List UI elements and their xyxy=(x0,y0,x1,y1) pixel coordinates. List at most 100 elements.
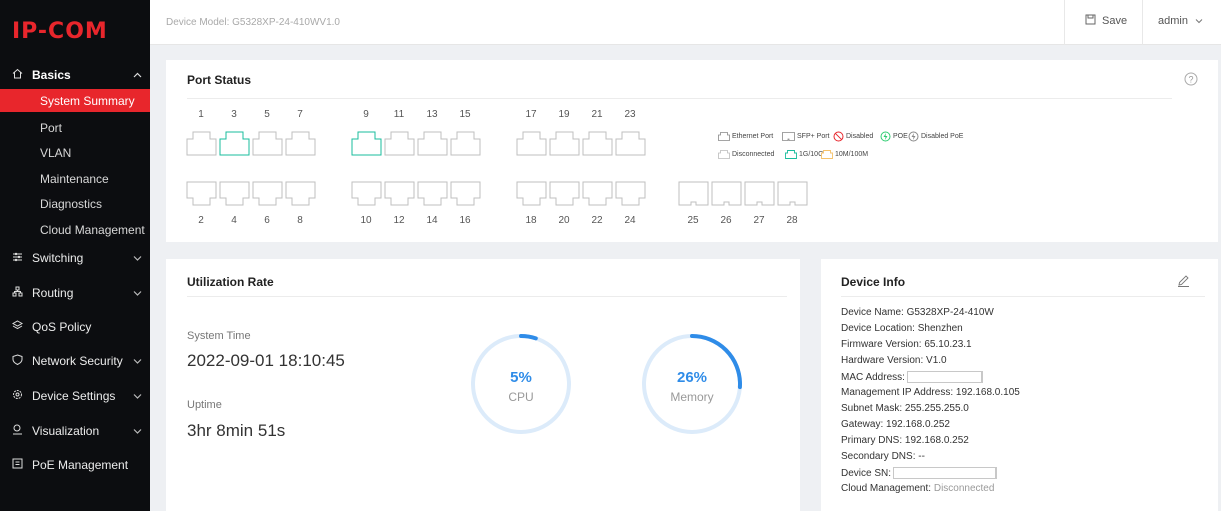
nav-group-label: Routing xyxy=(32,286,74,300)
port-28[interactable] xyxy=(777,181,808,209)
port-number: 5 xyxy=(264,109,270,120)
nav-group-device-settings[interactable]: Device Settings xyxy=(0,383,150,409)
disconnected-port-icon xyxy=(718,150,730,159)
save-button[interactable]: Save xyxy=(1085,14,1127,28)
legend-disabled: Disabled xyxy=(833,131,873,142)
sidebar-item-maintenance[interactable]: Maintenance xyxy=(0,167,150,190)
port-10[interactable] xyxy=(351,181,382,209)
help-icon[interactable]: ? xyxy=(1184,72,1198,89)
sliders-icon xyxy=(12,251,26,265)
port-23[interactable] xyxy=(615,131,646,159)
sidebar-item-vlan[interactable]: VLAN xyxy=(0,141,150,164)
nav-group-qos-policy[interactable]: QoS Policy xyxy=(0,314,150,340)
user-menu-button[interactable]: admin xyxy=(1158,15,1203,27)
sidebar-item-label: VLAN xyxy=(40,145,72,160)
port-4[interactable] xyxy=(219,181,250,209)
nav-group-routing[interactable]: Routing xyxy=(0,280,150,306)
legend-1g: 1G/10G xyxy=(785,150,824,159)
info-cloud: Cloud Management: Disconnected xyxy=(841,483,994,494)
sidebar-item-label: Diagnostics xyxy=(40,196,103,211)
memory-label: Memory xyxy=(670,390,714,404)
port-number: 27 xyxy=(753,215,765,226)
visual-icon xyxy=(12,424,26,438)
edit-icon[interactable] xyxy=(1177,274,1190,290)
port-number: 21 xyxy=(591,109,603,120)
nav-group-visualization[interactable]: Visualization xyxy=(0,418,150,444)
nav-group-poe-management[interactable]: PoE Management xyxy=(0,452,150,478)
info-text: Device Name: G5328XP-24-410W xyxy=(841,307,994,318)
sidebar-item-label: Cloud Management xyxy=(40,222,145,237)
port-26[interactable] xyxy=(711,181,742,209)
port-22[interactable] xyxy=(582,181,613,209)
user-label: admin xyxy=(1158,15,1188,27)
port-27[interactable] xyxy=(744,181,775,209)
ethernet-port-icon xyxy=(417,181,448,206)
brand-logo: IP-COM xyxy=(0,0,150,62)
uptime-label: Uptime xyxy=(187,399,222,411)
port-5[interactable] xyxy=(252,131,283,159)
port-13[interactable] xyxy=(417,131,448,159)
chevron-down-icon xyxy=(133,391,142,402)
port-8[interactable] xyxy=(285,181,316,209)
divider xyxy=(187,98,1172,99)
port-number: 8 xyxy=(297,215,303,226)
ethernet-port-icon xyxy=(549,131,580,156)
port-11[interactable] xyxy=(384,131,415,159)
network-icon xyxy=(12,286,26,300)
system-time-value: 2022-09-01 18:10:45 xyxy=(187,351,345,370)
port-number: 19 xyxy=(558,109,570,120)
info-mgmt-ip: Management IP Address: 192.168.0.105 xyxy=(841,387,1020,398)
qos-icon xyxy=(11,320,26,334)
cpu-percent: 5% xyxy=(510,369,532,386)
port-21[interactable] xyxy=(582,131,613,159)
port-number: 22 xyxy=(591,215,603,226)
info-text: Secondary DNS: -- xyxy=(841,451,925,462)
fast-ethernet-port-icon xyxy=(821,150,833,159)
nav-group-network-security[interactable]: Network Security xyxy=(0,348,150,374)
port-6[interactable] xyxy=(252,181,283,209)
ethernet-port-icon xyxy=(186,181,217,206)
disabled-icon xyxy=(833,131,844,142)
port-number: 15 xyxy=(459,109,471,120)
port-number: 25 xyxy=(687,215,699,226)
sidebar: IP-COM Basics System Summary Port VLAN M… xyxy=(0,0,150,511)
port-20[interactable] xyxy=(549,181,580,209)
port-3[interactable] xyxy=(219,131,250,159)
info-primary-dns: Primary DNS: 192.168.0.252 xyxy=(841,435,969,446)
port-19[interactable] xyxy=(549,131,580,159)
card-title: Port Status xyxy=(187,73,252,87)
port-12[interactable] xyxy=(384,181,415,209)
port-16[interactable] xyxy=(450,181,481,209)
sidebar-item-diagnostics[interactable]: Diagnostics xyxy=(0,192,150,215)
port-number: 24 xyxy=(624,215,636,226)
info-gateway: Gateway: 192.168.0.252 xyxy=(841,419,950,430)
logo-text: IP-COM xyxy=(12,18,108,44)
save-label: Save xyxy=(1102,15,1128,27)
sidebar-item-system-summary[interactable]: System Summary xyxy=(0,89,150,112)
port-2[interactable] xyxy=(186,181,217,209)
port-14[interactable] xyxy=(417,181,448,209)
legend-poe: POE xyxy=(880,131,908,142)
port-17[interactable] xyxy=(516,131,547,159)
port-9[interactable] xyxy=(351,131,382,159)
port-number: 28 xyxy=(786,215,798,226)
ethernet-port-icon xyxy=(219,131,250,156)
sfp-port-icon xyxy=(711,181,742,206)
port-15[interactable] xyxy=(450,131,481,159)
ethernet-port-icon xyxy=(417,131,448,156)
port-24[interactable] xyxy=(615,181,646,209)
sidebar-item-cloud-management[interactable]: Cloud Management xyxy=(0,218,150,241)
ethernet-port-icon xyxy=(186,131,217,156)
sidebar-item-port[interactable]: Port xyxy=(0,116,150,139)
legend-label: Disabled PoE xyxy=(921,133,964,140)
port-25[interactable] xyxy=(678,181,709,209)
port-7[interactable] xyxy=(285,131,316,159)
port-18[interactable] xyxy=(516,181,547,209)
port-1[interactable] xyxy=(186,131,217,159)
nav-group-basics[interactable]: Basics xyxy=(0,62,150,88)
cloud-status: Disconnected xyxy=(933,483,995,494)
info-device-sn: Device SN: xyxy=(841,467,998,479)
gigabit-port-icon xyxy=(785,150,797,159)
legend-disconnected: Disconnected xyxy=(718,150,774,159)
nav-group-switching[interactable]: Switching xyxy=(0,245,150,271)
